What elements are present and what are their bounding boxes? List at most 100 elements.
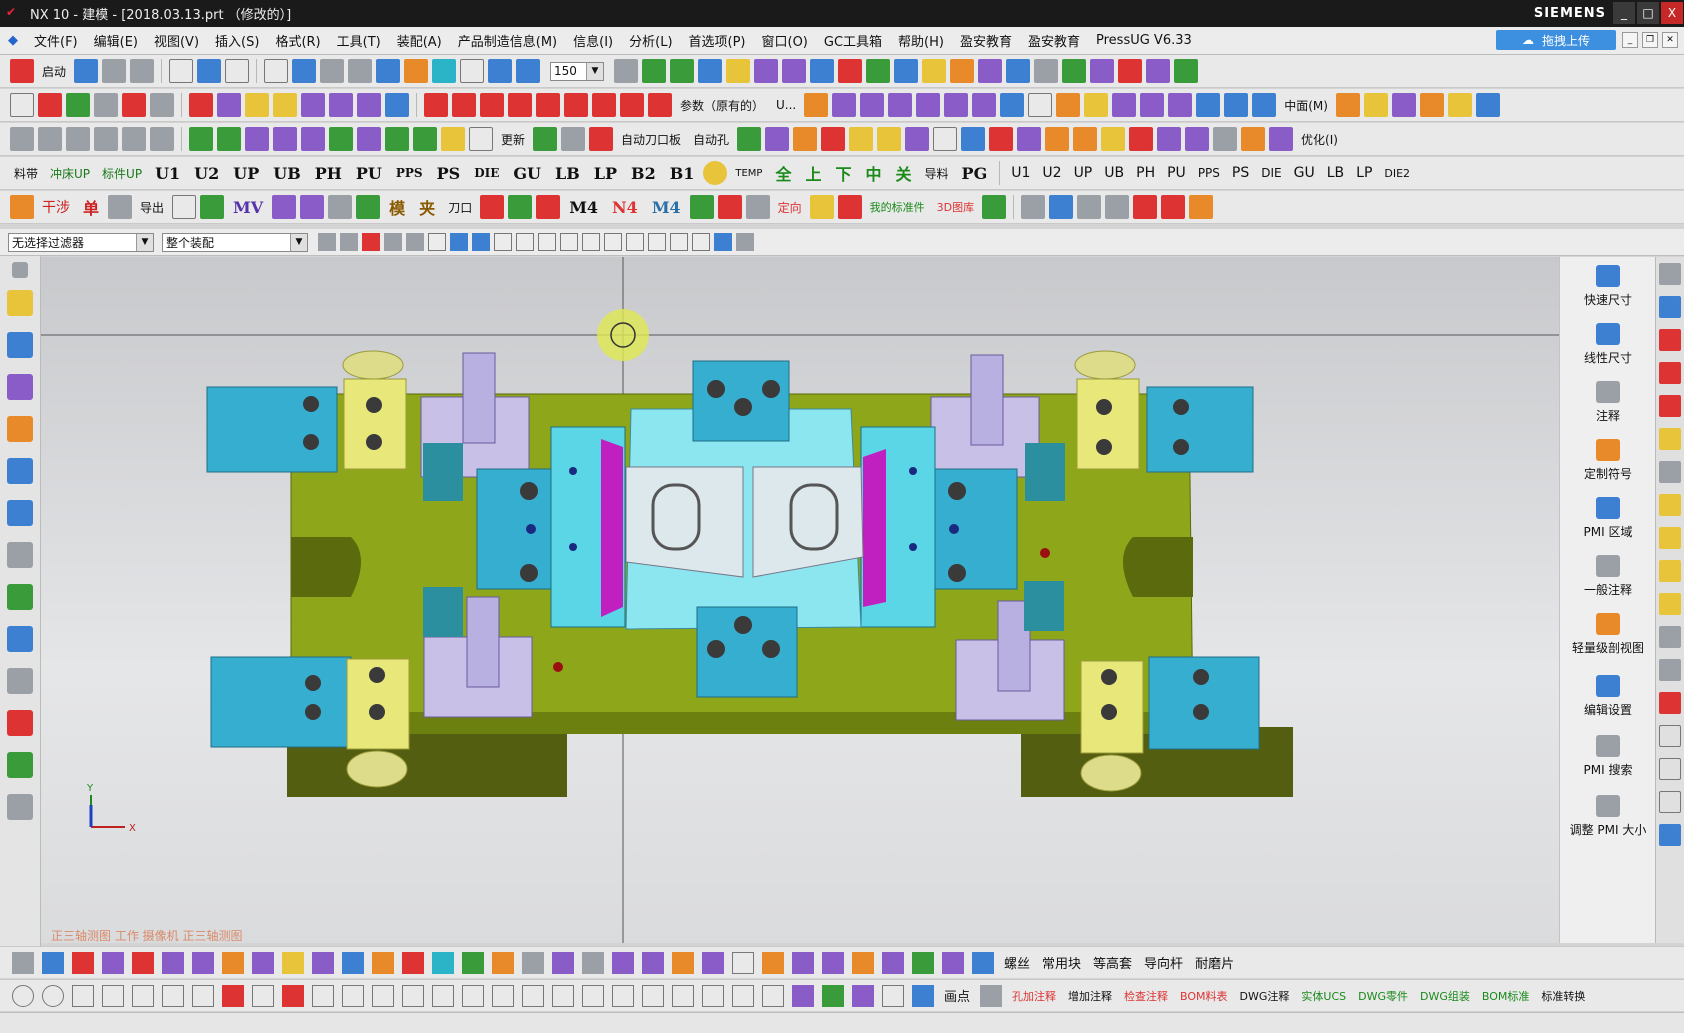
solid-select-icon[interactable]	[450, 233, 468, 251]
up-small[interactable]: UP	[1074, 165, 1093, 181]
route3-icon[interactable]	[810, 59, 835, 83]
u1-small[interactable]: U1	[1011, 165, 1030, 181]
folder-icon[interactable]	[404, 59, 429, 83]
unite-icon[interactable]	[1391, 93, 1416, 117]
all-button[interactable]: 全	[775, 161, 791, 185]
route4-icon[interactable]	[838, 59, 863, 83]
feature18-icon[interactable]	[1213, 127, 1238, 151]
mold-button[interactable]: 模	[389, 195, 405, 219]
scissors-icon[interactable]	[108, 195, 133, 219]
snap-center-icon[interactable]	[626, 233, 644, 251]
curve-tool-20-icon[interactable]	[582, 951, 604, 974]
strip-tool-9-icon[interactable]	[1659, 527, 1681, 549]
cutter-icon[interactable]	[441, 127, 465, 151]
rectangle-icon[interactable]	[102, 984, 124, 1007]
curve-tool-10-icon[interactable]	[282, 951, 304, 974]
ps-button[interactable]: PS	[437, 164, 461, 183]
curve-tool-17-icon[interactable]	[492, 951, 514, 974]
polygon-icon[interactable]	[72, 984, 94, 1007]
screw-label[interactable]: 螺丝	[1004, 953, 1030, 972]
zoom-dropdown[interactable]: 150 ▼	[550, 61, 605, 81]
render-icon[interactable]	[1034, 59, 1059, 83]
grid-icon[interactable]	[736, 233, 754, 251]
feature8-icon[interactable]	[933, 127, 958, 151]
param-label[interactable]: 参数（原有的）	[680, 97, 764, 114]
offset-tool-icon[interactable]	[642, 984, 664, 1007]
strip-label[interactable]: 料带	[14, 165, 38, 182]
box-icon[interactable]	[809, 195, 834, 219]
minimize-button[interactable]: _	[1613, 2, 1635, 24]
menu-pressug[interactable]: PressUG V6.33	[1088, 33, 1200, 48]
corner-icon[interactable]	[480, 93, 504, 117]
add-note-label[interactable]: 增加注释	[1068, 988, 1112, 1004]
pg-button[interactable]: PG	[962, 164, 988, 183]
rect-select-icon[interactable]	[406, 233, 424, 251]
upper-icon[interactable]	[385, 127, 409, 151]
b1-button[interactable]: B1	[670, 164, 695, 183]
curve-tool-7-icon[interactable]	[192, 951, 214, 974]
offset-curve-icon[interactable]	[189, 93, 213, 117]
medium-library-icon[interactable]	[1189, 195, 1214, 219]
feature12-icon[interactable]	[1045, 127, 1070, 151]
die2-small[interactable]: DIE2	[1384, 167, 1410, 180]
calc-icon[interactable]	[189, 127, 213, 151]
curve-tool-3-icon[interactable]	[72, 951, 94, 974]
assembly-navigator-icon[interactable]	[7, 290, 33, 316]
temp-label[interactable]: TEMP	[735, 168, 762, 179]
document-icon[interactable]	[7, 794, 33, 820]
zigzag-icon[interactable]	[882, 984, 904, 1007]
circle-center-icon[interactable]	[42, 984, 64, 1007]
insert-icon[interactable]	[329, 127, 353, 151]
dimension-icon[interactable]	[866, 59, 891, 83]
clamp-button[interactable]: 夹	[419, 195, 435, 219]
truck-icon[interactable]	[1077, 195, 1102, 219]
cube-icon[interactable]	[376, 59, 401, 83]
eraser-icon[interactable]	[480, 195, 505, 219]
pps-button[interactable]: PPS	[396, 166, 423, 180]
curve-tool-8-icon[interactable]	[222, 951, 244, 974]
nx-menu-icon[interactable]: ◆	[0, 33, 26, 48]
feature5-icon[interactable]	[849, 127, 874, 151]
feature17-icon[interactable]	[1185, 127, 1210, 151]
part-up-label[interactable]: 标件UP	[102, 165, 142, 182]
menu-pmi[interactable]: 产品制造信息(M)	[450, 31, 565, 50]
blend-icon[interactable]	[1140, 93, 1165, 117]
ub-small[interactable]: UB	[1104, 165, 1124, 181]
mdi-close-icon[interactable]: ✕	[1662, 32, 1678, 48]
table-tool-icon[interactable]	[702, 984, 724, 1007]
menu-insert[interactable]: 插入(S)	[207, 31, 267, 50]
join-icon[interactable]	[273, 93, 297, 117]
extract-icon[interactable]	[357, 93, 381, 117]
strip-tool-18-icon[interactable]	[1659, 824, 1681, 846]
edit-settings-button[interactable]: 编辑设置	[1560, 675, 1656, 718]
curve-tool-2-icon[interactable]	[42, 951, 64, 974]
pu-button[interactable]: PU	[356, 164, 382, 183]
face-icon[interactable]	[1196, 93, 1221, 117]
o-ring-icon[interactable]	[703, 161, 728, 185]
auto-tooth-icon[interactable]	[717, 195, 742, 219]
bom-standard-label[interactable]: BOM标准	[1482, 988, 1530, 1004]
dwg-part-label[interactable]: DWG零件	[1358, 988, 1408, 1004]
surface5-icon[interactable]	[972, 93, 997, 117]
guide-rod-label[interactable]: 导向杆	[1144, 953, 1183, 972]
brush-icon[interactable]	[804, 93, 829, 117]
route-tool-icon[interactable]	[912, 984, 934, 1007]
system-scene-icon[interactable]	[7, 752, 33, 778]
quick-plate-icon[interactable]	[589, 127, 614, 151]
my-standard-label[interactable]: 我的标准件	[870, 199, 925, 215]
gear-icon[interactable]	[12, 262, 28, 278]
assembly-scope-dropdown[interactable]: 整个装配 ▼	[162, 232, 308, 252]
upload-button[interactable]: ☁ 拖拽上传	[1496, 30, 1616, 50]
export-label[interactable]: 导出	[140, 199, 164, 216]
resize-pmi-button[interactable]: 调整 PMI 大小	[1560, 795, 1656, 838]
mv-button[interactable]: MV	[233, 198, 263, 217]
gauge-icon[interactable]	[894, 59, 919, 83]
u2-button[interactable]: U2	[194, 164, 219, 183]
curve-tool-24-icon[interactable]	[702, 951, 724, 974]
wire-icon[interactable]	[533, 127, 558, 151]
circle3-icon[interactable]	[582, 984, 604, 1007]
manufacturing-wizard-icon[interactable]	[7, 668, 33, 694]
start-icon[interactable]	[10, 59, 34, 83]
custom-symbol-button[interactable]: 定制符号	[1560, 439, 1656, 482]
die-small[interactable]: DIE	[1261, 166, 1281, 180]
